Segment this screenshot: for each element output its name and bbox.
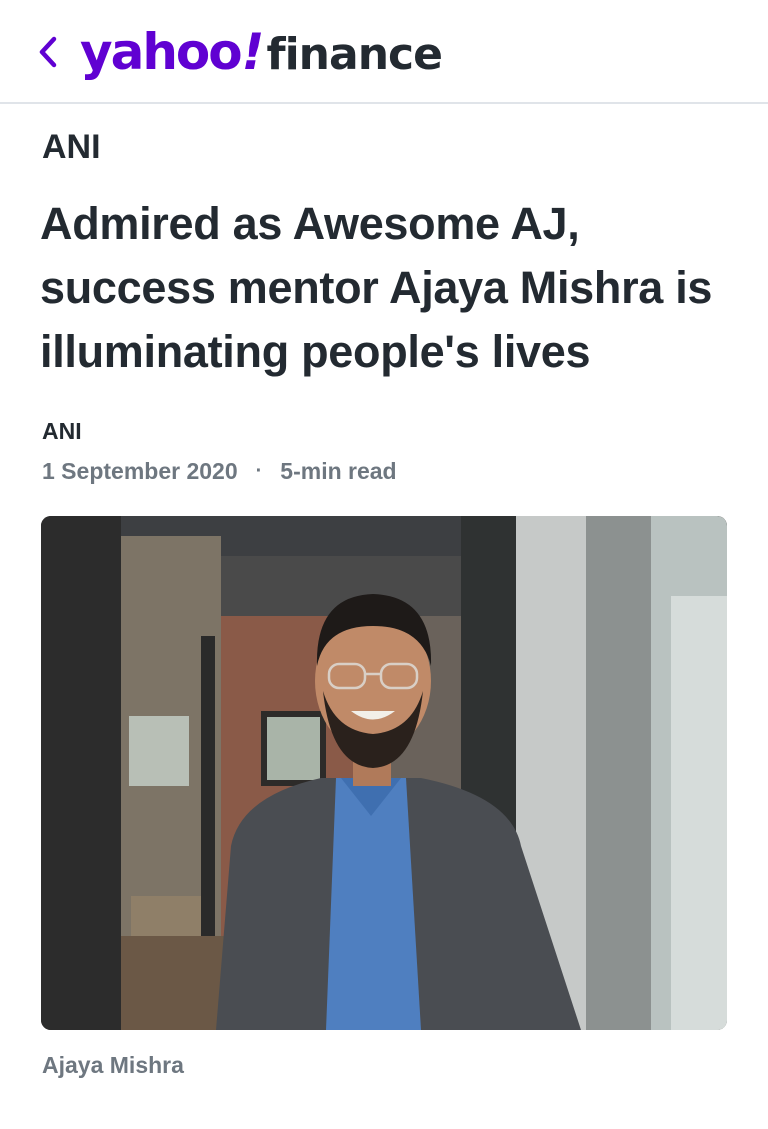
back-button[interactable] bbox=[28, 30, 68, 74]
photo-illustration bbox=[41, 516, 727, 1030]
logo-finance-text: finance bbox=[266, 29, 442, 80]
article-author[interactable]: ANI bbox=[42, 418, 82, 445]
top-navigation-bar: yahoo ! finance bbox=[0, 0, 768, 104]
publish-date: 1 September 2020 bbox=[42, 458, 238, 484]
logo-exclamation: ! bbox=[241, 23, 265, 81]
article-headline: Admired as Awesome AJ, success mentor Aj… bbox=[40, 198, 713, 377]
chevron-left-icon bbox=[39, 36, 57, 68]
logo-yahoo-text: yahoo bbox=[80, 23, 243, 81]
photo-caption: Ajaya Mishra bbox=[42, 1052, 184, 1078]
yahoo-finance-logo[interactable]: yahoo ! finance bbox=[80, 22, 443, 82]
read-time: 5-min read bbox=[280, 458, 397, 484]
meta-separator: · bbox=[255, 460, 263, 482]
article-photo[interactable] bbox=[41, 516, 727, 1030]
publisher-name[interactable]: ANI bbox=[42, 128, 101, 167]
article-meta: 1 September 2020 · 5-min read bbox=[42, 458, 397, 485]
